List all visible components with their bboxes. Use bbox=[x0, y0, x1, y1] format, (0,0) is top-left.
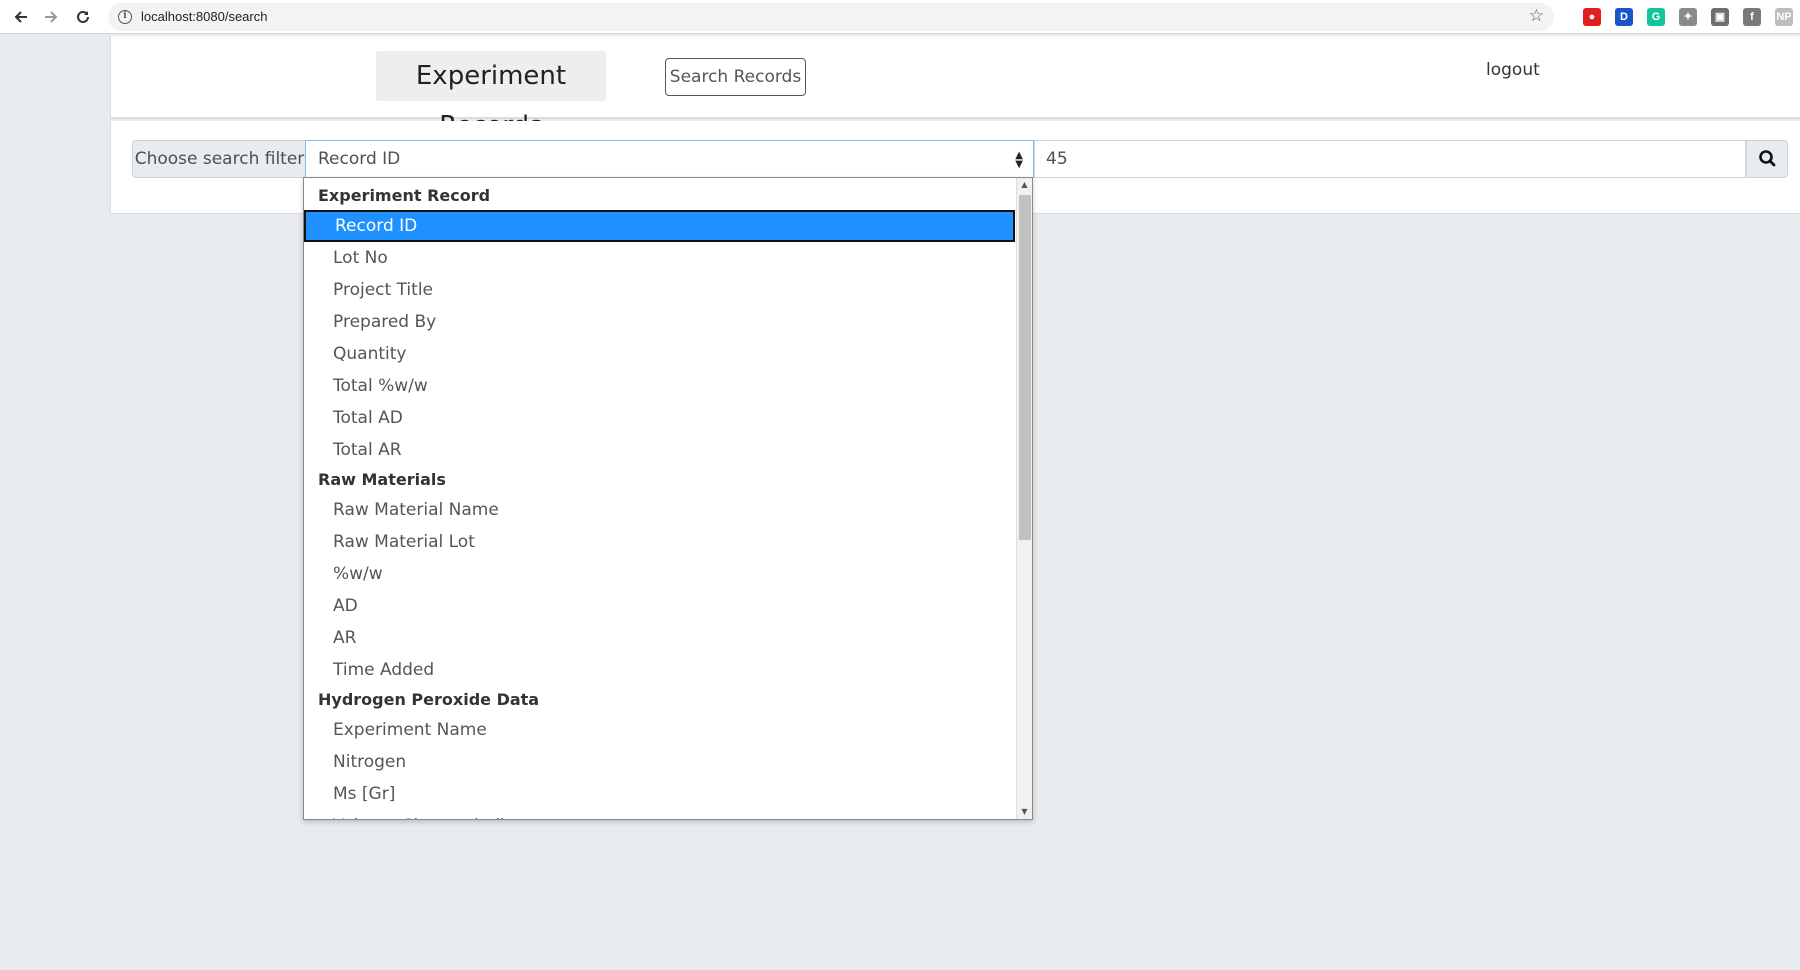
dropdown-option[interactable]: Experiment Name bbox=[304, 714, 1016, 746]
search-button[interactable] bbox=[1746, 140, 1788, 178]
search-input[interactable]: 45 bbox=[1034, 140, 1746, 178]
address-bar[interactable]: i localhost:8080/search ☆ bbox=[108, 3, 1554, 31]
dropdown-group-label: Experiment Record bbox=[318, 186, 491, 205]
dropdown-options: Experiment Record Record ID Lot No Project … bbox=[304, 182, 1016, 819]
brand-title[interactable]: Experiment Records bbox=[376, 51, 606, 141]
dropdown-option[interactable]: Time Added bbox=[304, 654, 1016, 686]
dropdown-option[interactable]: Raw Material Name bbox=[304, 494, 1016, 526]
dropdown-option[interactable]: AR bbox=[304, 622, 1016, 654]
reload-icon[interactable] bbox=[72, 6, 94, 28]
site-info-icon[interactable]: i bbox=[118, 10, 132, 24]
dashlane-icon[interactable]: D bbox=[1615, 8, 1633, 26]
facebook-icon[interactable]: f bbox=[1743, 8, 1761, 26]
grammarly-icon[interactable]: G bbox=[1647, 8, 1665, 26]
dropdown-group-label: Raw Materials bbox=[318, 470, 446, 489]
picture-in-picture-icon[interactable]: ▣ bbox=[1711, 8, 1729, 26]
dropdown-scrollbar[interactable]: ▲ ▼ bbox=[1016, 178, 1032, 819]
filter-label: Choose search filter bbox=[132, 140, 306, 178]
lightbulb-icon[interactable]: ✦ bbox=[1679, 8, 1697, 26]
dropdown-option[interactable]: Total AR bbox=[304, 434, 1016, 466]
selected-filter-value: Record ID bbox=[318, 149, 401, 169]
filter-dropdown-list[interactable]: Experiment Record Record ID Lot No Project … bbox=[303, 177, 1033, 820]
dropdown-option[interactable]: Lot No bbox=[304, 242, 1016, 274]
dropdown-option[interactable]: Prepared By bbox=[304, 306, 1016, 338]
dropdown-option[interactable]: Volume Change (ml) bbox=[304, 810, 1016, 819]
np-icon[interactable]: NP bbox=[1775, 8, 1793, 26]
dropdown-option[interactable]: Nitrogen bbox=[304, 746, 1016, 778]
browser-toolbar: i localhost:8080/search ☆ ● D G ✦ ▣ f NP bbox=[0, 0, 1800, 34]
search-filter-select[interactable]: Record ID ▲ ▼ bbox=[305, 140, 1034, 178]
search-icon bbox=[1759, 150, 1776, 167]
scroll-down-icon[interactable]: ▼ bbox=[1017, 805, 1032, 819]
adblock-icon[interactable]: ● bbox=[1583, 8, 1601, 26]
dropdown-option[interactable]: Record ID bbox=[304, 210, 1015, 242]
dropdown-option[interactable]: Total AD bbox=[304, 402, 1016, 434]
dropdown-option[interactable]: Total %w/w bbox=[304, 370, 1016, 402]
logout-link[interactable]: logout bbox=[1486, 60, 1540, 80]
select-arrows-icon: ▲ ▼ bbox=[1015, 150, 1023, 170]
scroll-up-icon[interactable]: ▲ bbox=[1017, 178, 1032, 192]
dropdown-option[interactable]: %w/w bbox=[304, 558, 1016, 590]
dropdown-option[interactable]: Ms [Gr] bbox=[304, 778, 1016, 810]
scrollbar-thumb[interactable] bbox=[1019, 195, 1031, 540]
search-records-button[interactable]: Search Records bbox=[665, 58, 806, 96]
dropdown-option[interactable]: Quantity bbox=[304, 338, 1016, 370]
app-header: Experiment Records Search Records logout bbox=[110, 36, 1800, 141]
address-url: localhost:8080/search bbox=[141, 9, 268, 24]
forward-arrow-icon[interactable] bbox=[40, 6, 62, 28]
back-arrow-icon[interactable] bbox=[10, 6, 32, 28]
dropdown-option[interactable]: Raw Material Lot bbox=[304, 526, 1016, 558]
dropdown-option[interactable]: AD bbox=[304, 590, 1016, 622]
dropdown-option[interactable]: Project Title bbox=[304, 274, 1016, 306]
dropdown-group-label: Hydrogen Peroxide Data bbox=[318, 690, 540, 709]
bookmark-star-icon[interactable]: ☆ bbox=[1529, 6, 1544, 26]
